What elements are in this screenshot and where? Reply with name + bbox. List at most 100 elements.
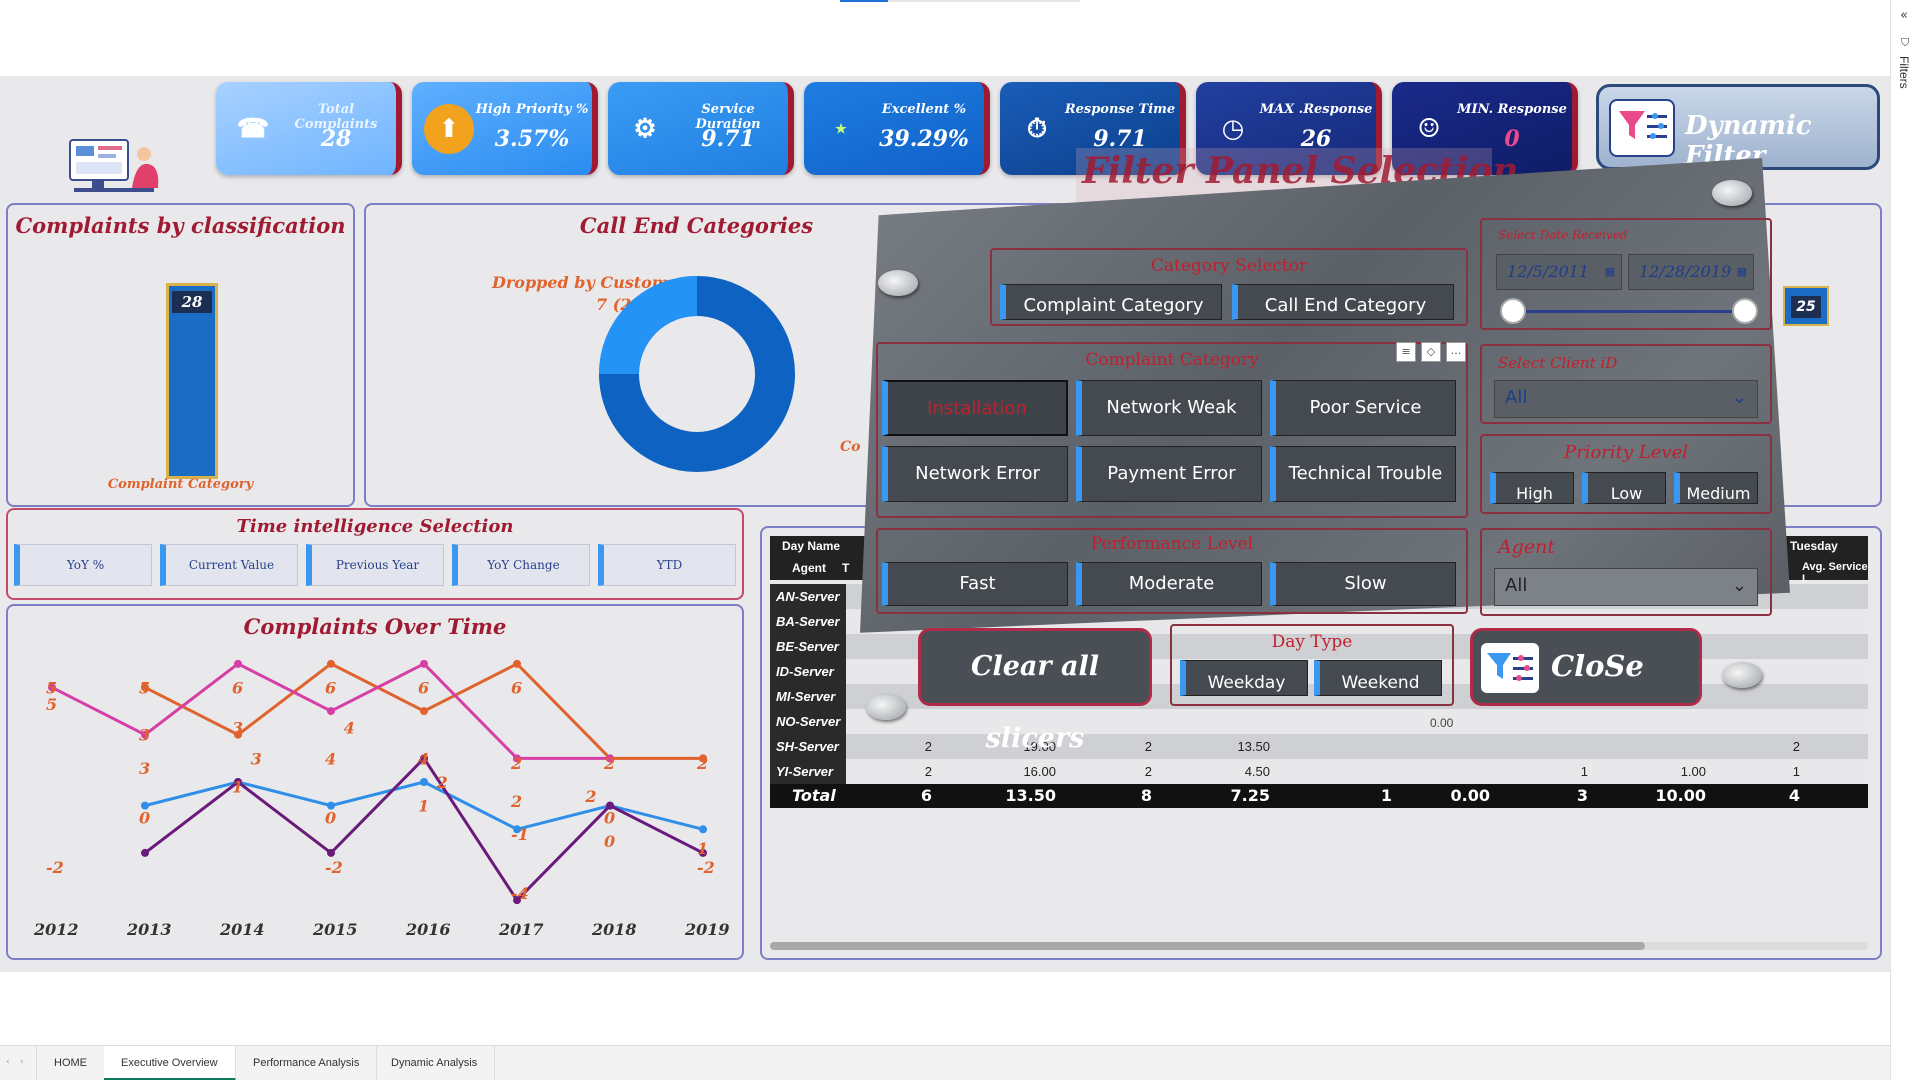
eraser-icon[interactable]: ◇: [1421, 342, 1441, 362]
ti-yoy-change[interactable]: YoY Change: [452, 544, 590, 586]
network-weak-option[interactable]: Network Weak: [1076, 380, 1262, 436]
next-page-icon[interactable]: ›: [20, 1057, 24, 1067]
end-date-value: 12/28/2019: [1639, 262, 1732, 281]
data-label: -4: [511, 884, 529, 903]
dynamic-filter-button[interactable]: Dynamic Filter: [1596, 84, 1880, 171]
total-cell: 1: [1380, 786, 1392, 805]
data-point[interactable]: [420, 659, 428, 668]
network-people-icon: ☺: [1417, 114, 1441, 144]
ti-previous-year[interactable]: Previous Year: [306, 544, 444, 586]
total-cell: 8: [1140, 786, 1152, 805]
date-slider-start-handle[interactable]: [1500, 298, 1526, 324]
value-cell: [1528, 734, 1588, 759]
agent-cell: ID-Server: [770, 659, 846, 684]
start-date-input[interactable]: 12/5/2011 ▦: [1496, 254, 1622, 290]
agent-cell: YI-Server: [770, 759, 846, 784]
data-point[interactable]: [327, 659, 335, 668]
collapse-chevron-icon[interactable]: «: [1900, 8, 1908, 23]
header-tuesday: Tuesday: [1790, 539, 1838, 553]
value-cell: 2: [1144, 739, 1152, 754]
close-button[interactable]: CloSe: [1470, 628, 1702, 706]
clear-all-slicers-button[interactable]: Clear all slicers: [918, 628, 1152, 754]
more-options-icon[interactable]: …: [1446, 342, 1466, 362]
data-point[interactable]: [699, 825, 707, 834]
call-end-category-option[interactable]: Call End Category: [1232, 284, 1454, 320]
data-label: 0: [325, 808, 336, 827]
priority-medium-option[interactable]: Medium: [1674, 472, 1758, 504]
moderate-option[interactable]: Moderate: [1076, 562, 1262, 606]
priority-high-option[interactable]: High: [1490, 472, 1574, 504]
weekday-option[interactable]: Weekday: [1180, 660, 1308, 696]
filter-settings-icon: [1481, 643, 1539, 693]
agent-title: Agent: [1498, 536, 1555, 558]
ti-yoy-pct[interactable]: YoY %: [14, 544, 152, 586]
hidden-bar[interactable]: 25: [1783, 286, 1829, 326]
total-cell: 0.00: [1450, 786, 1490, 805]
agent-cell: SH-Server: [770, 734, 846, 759]
table-scroll-thumb[interactable]: [770, 942, 1645, 950]
fast-option[interactable]: Fast: [882, 562, 1068, 606]
calendar-icon[interactable]: ▦: [1737, 255, 1747, 289]
network-error-option[interactable]: Network Error: [882, 446, 1068, 502]
filter-icon: ⛉: [1901, 36, 1910, 49]
data-point[interactable]: [420, 778, 428, 786]
filters-pane[interactable]: « ⛉ Filters: [1890, 0, 1920, 1080]
data-label: 5: [139, 678, 150, 697]
data-label: 1: [418, 797, 429, 816]
weekend-option[interactable]: Weekend: [1314, 660, 1442, 696]
client-dropdown[interactable]: All ⌄: [1494, 380, 1758, 418]
value-cell: [1430, 734, 1490, 759]
end-date-input[interactable]: 12/28/2019 ▦: [1628, 254, 1754, 290]
payment-error-option[interactable]: Payment Error: [1076, 446, 1262, 502]
donut-slice-dropped[interactable]: [599, 276, 698, 375]
agent-dropdown[interactable]: All ⌄: [1494, 568, 1758, 606]
data-point[interactable]: [234, 659, 242, 668]
installation-option[interactable]: Installation: [882, 380, 1068, 436]
agent-cell: BE-Server: [770, 634, 846, 659]
complaint-category-option[interactable]: Complaint Category: [1000, 284, 1222, 320]
start-date-value: 12/5/2011: [1507, 262, 1590, 281]
dashboard-illustration-icon: [69, 139, 159, 192]
data-label: -2: [46, 858, 64, 877]
page-tab-bar: ‹ › HOME Executive Overview Performance …: [0, 1045, 1890, 1080]
technical-trouble-option[interactable]: Technical Trouble: [1270, 446, 1456, 502]
table-scrollbar[interactable]: [770, 942, 1868, 950]
data-label: 1: [697, 839, 708, 858]
data-point[interactable]: [327, 848, 335, 857]
prev-page-icon[interactable]: ‹: [6, 1057, 10, 1067]
donut-chart[interactable]: [592, 269, 802, 479]
knob-top-right-icon: [1712, 180, 1752, 206]
data-point[interactable]: [420, 707, 428, 716]
tab-performance-analysis[interactable]: Performance Analysis: [236, 1046, 378, 1080]
value-cell: 4.50: [1244, 764, 1270, 779]
data-point[interactable]: [141, 848, 149, 857]
kpi-title: MAX .Response: [1259, 102, 1373, 117]
agent-cell: AN-Server: [770, 584, 846, 609]
ti-current-value[interactable]: Current Value: [160, 544, 298, 586]
date-slider-end-handle[interactable]: [1732, 298, 1758, 324]
value-cell: 1: [1792, 764, 1800, 779]
tab-executive-overview[interactable]: Executive Overview: [104, 1046, 236, 1080]
agent-cell: BA-Server: [770, 609, 846, 634]
chevron-down-icon: ⌄: [1731, 575, 1747, 596]
table-row: SH-Server219.00213.502: [770, 734, 1868, 759]
kpi-title: Excellent %: [881, 102, 967, 117]
tab-home[interactable]: HOME: [36, 1046, 105, 1080]
line-chart[interactable]: 5553363316440-26421622-1-4220021-2-20: [6, 640, 744, 920]
data-point[interactable]: [327, 707, 335, 716]
priority-low-option[interactable]: Low: [1582, 472, 1666, 504]
panel-title: Time intelligence Selection: [236, 516, 514, 537]
data-point[interactable]: [513, 659, 521, 668]
data-label: 4: [344, 719, 355, 738]
value-cell: [1430, 759, 1490, 784]
hand-gear-icon: ⚙: [633, 114, 657, 144]
slow-option[interactable]: Slow: [1270, 562, 1456, 606]
calendar-icon[interactable]: ▦: [1605, 255, 1615, 289]
poor-service-option[interactable]: Poor Service: [1270, 380, 1456, 436]
date-slider-track[interactable]: [1512, 310, 1746, 313]
tab-dynamic-analysis[interactable]: Dynamic Analysis: [374, 1046, 496, 1080]
knob-bottom-left-icon: [866, 694, 906, 720]
ti-ytd[interactable]: YTD: [598, 544, 736, 586]
value-cell: [1332, 759, 1392, 784]
visual-filter-icon[interactable]: ≡: [1396, 342, 1416, 362]
